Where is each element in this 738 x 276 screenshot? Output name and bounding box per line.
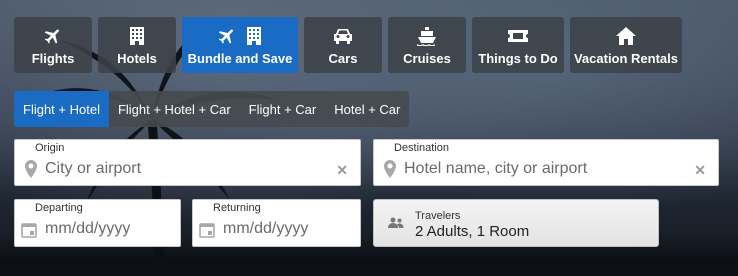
travelers-label: Travelers: [415, 210, 461, 222]
tab-cruises[interactable]: Cruises: [388, 17, 466, 73]
people-icon: [388, 217, 404, 228]
tab-label: Things to Do: [478, 51, 558, 66]
house-icon: [616, 27, 636, 45]
tab-cars[interactable]: Cars: [304, 17, 382, 73]
clear-icon[interactable]: ✕: [336, 162, 348, 179]
calendar-icon: [199, 223, 215, 238]
plane-icon: [218, 29, 233, 44]
ship-icon: [417, 27, 436, 46]
returning-field: Returning: [192, 199, 361, 247]
tab-vacation-rentals[interactable]: Vacation Rentals: [570, 17, 682, 73]
product-tabs: Flights Hotels Bundle and Save Cars Crui…: [14, 17, 682, 73]
destination-input[interactable]: [404, 158, 694, 180]
calendar-icon: [21, 223, 37, 238]
tab-label: Hotels: [117, 51, 157, 66]
tab-bundle-and-save[interactable]: Bundle and Save: [182, 17, 298, 73]
tab-label: Flights: [31, 51, 75, 66]
travelers-selector[interactable]: Travelers 2 Adults, 1 Room: [373, 199, 659, 247]
destination-field: Destination ✕: [373, 139, 719, 186]
car-icon: [334, 29, 352, 44]
tab-hotels[interactable]: Hotels: [98, 17, 176, 73]
tab-label: Bundle and Save: [187, 51, 293, 66]
plane-building-icon: [217, 25, 263, 47]
origin-field: Origin ✕: [14, 139, 361, 186]
map-pin-icon: [384, 160, 396, 178]
building-icon: [247, 27, 261, 45]
subtab-flight-hotel-car[interactable]: Flight + Hotel + Car: [109, 91, 240, 127]
departing-field: Departing: [14, 199, 181, 247]
departing-label: Departing: [35, 202, 83, 214]
subtab-flight-hotel[interactable]: Flight + Hotel: [14, 91, 109, 127]
ticket-icon: [508, 30, 528, 42]
plane-icon: [44, 29, 59, 44]
travelers-value: 2 Adults, 1 Room: [415, 223, 530, 240]
subtab-flight-car[interactable]: Flight + Car: [240, 91, 326, 127]
tab-label: Cars: [328, 51, 358, 66]
building-icon: [130, 27, 144, 45]
bundle-subtabs: Flight + Hotel Flight + Hotel + Car Flig…: [14, 91, 410, 127]
map-pin-icon: [25, 160, 37, 178]
departing-input[interactable]: [45, 218, 156, 240]
tab-label: Cruises: [403, 51, 451, 66]
tab-label: Vacation Rentals: [573, 51, 679, 66]
destination-label: Destination: [394, 142, 450, 154]
tab-flights[interactable]: Flights: [14, 17, 92, 73]
origin-input[interactable]: [45, 158, 336, 180]
returning-input[interactable]: [223, 218, 336, 240]
returning-label: Returning: [213, 202, 261, 214]
clear-icon[interactable]: ✕: [694, 162, 706, 179]
origin-label: Origin: [35, 142, 65, 154]
subtab-hotel-car[interactable]: Hotel + Car: [325, 91, 409, 127]
tab-things-to-do[interactable]: Things to Do: [472, 17, 564, 73]
